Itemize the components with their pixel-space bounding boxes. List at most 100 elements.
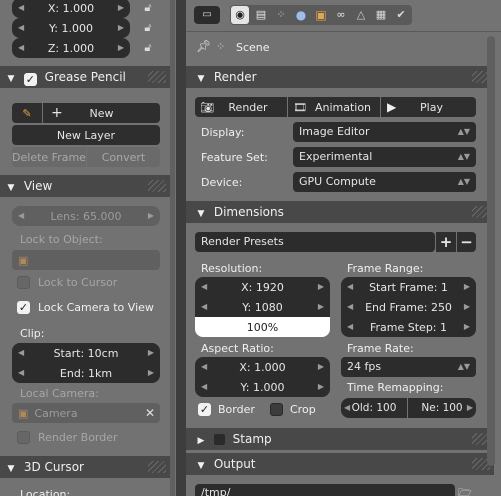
decrement-arrow[interactable]: ◀ <box>18 343 24 363</box>
new-layer-button[interactable]: New Layer <box>12 125 160 145</box>
lock-icon[interactable]: 🔓︎ <box>142 21 154 35</box>
device-dropdown[interactable]: GPU Compute ▲▼ <box>293 172 476 192</box>
lock-to-object-field[interactable]: ▣ <box>12 250 160 270</box>
lens-field[interactable]: ◀ Lens: 65.000 ▶ <box>12 206 160 226</box>
increment-arrow[interactable]: ▶ <box>467 398 473 418</box>
increment-arrow[interactable]: ▶ <box>118 38 124 58</box>
decrement-arrow[interactable]: ◀ <box>18 363 24 383</box>
region-divider[interactable] <box>176 0 186 496</box>
world-tab-icon[interactable]: ● <box>292 6 310 24</box>
lock-icon[interactable]: 🔓︎ <box>142 41 154 55</box>
lock-to-cursor-checkbox[interactable] <box>17 276 30 289</box>
folder-icon[interactable]: 🗁︎ <box>458 484 476 496</box>
decrement-arrow[interactable]: ◀ <box>344 398 350 418</box>
feature-set-dropdown[interactable]: Experimental ▲▼ <box>293 147 476 167</box>
shelf-scrollbar[interactable] <box>170 0 175 496</box>
stamp-checkbox[interactable] <box>213 434 225 445</box>
dimensions-panel-header[interactable]: ▼ Dimensions <box>186 201 494 223</box>
increment-arrow[interactable]: ▶ <box>318 277 324 297</box>
increment-arrow[interactable]: ▶ <box>118 0 124 18</box>
display-dropdown[interactable]: Image Editor ▲▼ <box>293 122 476 142</box>
increment-arrow[interactable]: ▶ <box>118 18 124 38</box>
decrement-arrow[interactable]: ◀ <box>18 206 24 226</box>
increment-arrow[interactable]: ▶ <box>464 297 470 317</box>
animation-button[interactable]: 🎞︎ Animation <box>288 97 380 117</box>
delete-frame-button[interactable]: Delete Frame <box>12 147 86 167</box>
clip-end-field[interactable]: ◀ End: 1km ▶ <box>12 363 160 383</box>
location-y-field[interactable]: ◀ Y: 1.000 ▶ <box>12 18 130 38</box>
decrement-arrow[interactable]: ◀ <box>201 297 207 317</box>
pin-icon[interactable]: 📌︎ <box>196 39 211 53</box>
collapse-triangle-icon[interactable]: ▼ <box>4 177 18 199</box>
play-button[interactable]: ▶ Play <box>381 97 476 117</box>
render-tab-camera-icon[interactable]: ◉ <box>231 6 249 24</box>
border-checkbox[interactable]: ✓ <box>198 403 211 416</box>
convert-button[interactable]: Convert <box>87 147 160 167</box>
increment-arrow[interactable]: ▶ <box>148 343 154 363</box>
editor-type-button[interactable]: ▭ <box>194 6 220 24</box>
end-frame-field[interactable]: ◀ End Frame: 250 ▶ <box>341 297 476 317</box>
output-panel-header[interactable]: ▼ Output <box>186 453 494 475</box>
decrement-arrow[interactable]: ◀ <box>18 38 24 58</box>
properties-scrollbar[interactable] <box>487 36 495 466</box>
aspect-y-field[interactable]: ◀ Y: 1.000 ▶ <box>195 377 330 397</box>
frame-rate-dropdown[interactable]: 24 fps ▲▼ <box>341 357 476 377</box>
increment-arrow[interactable]: ▶ <box>318 357 324 377</box>
collapse-triangle-icon[interactable]: ▼ <box>4 68 18 90</box>
decrement-arrow[interactable]: ◀ <box>347 277 353 297</box>
collapse-triangle-icon[interactable]: ▼ <box>194 203 208 225</box>
collapse-triangle-icon[interactable]: ▼ <box>4 458 18 480</box>
output-path-field[interactable]: /tmp/ <box>195 484 455 496</box>
time-remap-new-field[interactable]: Ne: 100 ▶ <box>408 398 476 418</box>
increment-arrow[interactable]: ▶ <box>318 297 324 317</box>
location-z-field[interactable]: ◀ Z: 1.000 ▶ <box>12 38 130 58</box>
constraints-tab-icon[interactable]: ∞ <box>332 6 350 24</box>
render-presets-menu[interactable]: Render Presets <box>195 232 435 252</box>
texture-tab-icon[interactable]: ✔ <box>392 6 410 24</box>
frame-step-field[interactable]: ◀ Frame Step: 1 ▶ <box>341 317 476 337</box>
crop-checkbox[interactable] <box>270 403 283 416</box>
decrement-arrow[interactable]: ◀ <box>201 357 207 377</box>
resolution-x-field[interactable]: ◀ X: 1920 ▶ <box>195 277 330 297</box>
decrement-arrow[interactable]: ◀ <box>201 277 207 297</box>
collapse-triangle-icon[interactable]: ▼ <box>194 455 208 477</box>
lock-icon[interactable]: 🔓︎ <box>142 1 154 15</box>
view-panel-header[interactable]: ▼ View <box>0 175 170 197</box>
remove-preset-button[interactable]: − <box>457 232 476 252</box>
data-tab-icon[interactable]: △ <box>352 6 370 24</box>
clear-x-icon[interactable]: ✕ <box>145 406 155 420</box>
increment-arrow[interactable]: ▶ <box>148 206 154 226</box>
drag-grip-icon[interactable] <box>148 71 166 83</box>
lock-camera-to-view-checkbox[interactable]: ✓ <box>17 301 30 314</box>
collapse-triangle-icon[interactable]: ▼ <box>194 68 208 90</box>
time-remap-old-field[interactable]: ◀ Old: 100 <box>341 398 407 418</box>
local-camera-field[interactable]: ▣ Camera ✕ <box>12 403 160 423</box>
drag-grip-icon[interactable] <box>148 180 166 192</box>
decrement-arrow[interactable]: ◀ <box>18 18 24 38</box>
location-x-field[interactable]: ◀ X: 1.000 ▶ <box>12 0 130 18</box>
new-grease-pencil-button[interactable]: + New <box>43 103 160 123</box>
decrement-arrow[interactable]: ◀ <box>18 0 24 18</box>
resolution-y-field[interactable]: ◀ Y: 1080 ▶ <box>195 297 330 317</box>
increment-arrow[interactable]: ▶ <box>464 277 470 297</box>
expand-triangle-icon[interactable]: ▶ <box>194 430 208 452</box>
material-tab-icon[interactable]: ▦ <box>372 6 390 24</box>
object-tab-icon[interactable]: ▣ <box>312 6 330 24</box>
drag-grip-icon[interactable] <box>148 461 166 473</box>
decrement-arrow[interactable]: ◀ <box>347 297 353 317</box>
stamp-panel-header[interactable]: ▶ Stamp <box>186 428 494 450</box>
grease-pencil-panel-header[interactable]: ▼ ✓ Grease Pencil <box>0 66 170 88</box>
aspect-x-field[interactable]: ◀ X: 1.000 ▶ <box>195 357 330 377</box>
render-layers-tab-icon[interactable]: ▤ <box>252 6 270 24</box>
clip-start-field[interactable]: ◀ Start: 10cm ▶ <box>12 343 160 363</box>
render-button[interactable]: 📷︎ Render <box>195 97 287 117</box>
decrement-arrow[interactable]: ◀ <box>201 377 207 397</box>
start-frame-field[interactable]: ◀ Start Frame: 1 ▶ <box>341 277 476 297</box>
render-panel-header[interactable]: ▼ Render <box>186 66 494 88</box>
grease-pencil-checkbox[interactable]: ✓ <box>23 73 37 86</box>
draw-pencil-button[interactable]: ✎ <box>12 103 42 123</box>
increment-arrow[interactable]: ▶ <box>318 377 324 397</box>
increment-arrow[interactable]: ▶ <box>148 363 154 383</box>
3d-cursor-panel-header[interactable]: ▼ 3D Cursor <box>0 456 170 478</box>
decrement-arrow[interactable]: ◀ <box>347 317 353 337</box>
